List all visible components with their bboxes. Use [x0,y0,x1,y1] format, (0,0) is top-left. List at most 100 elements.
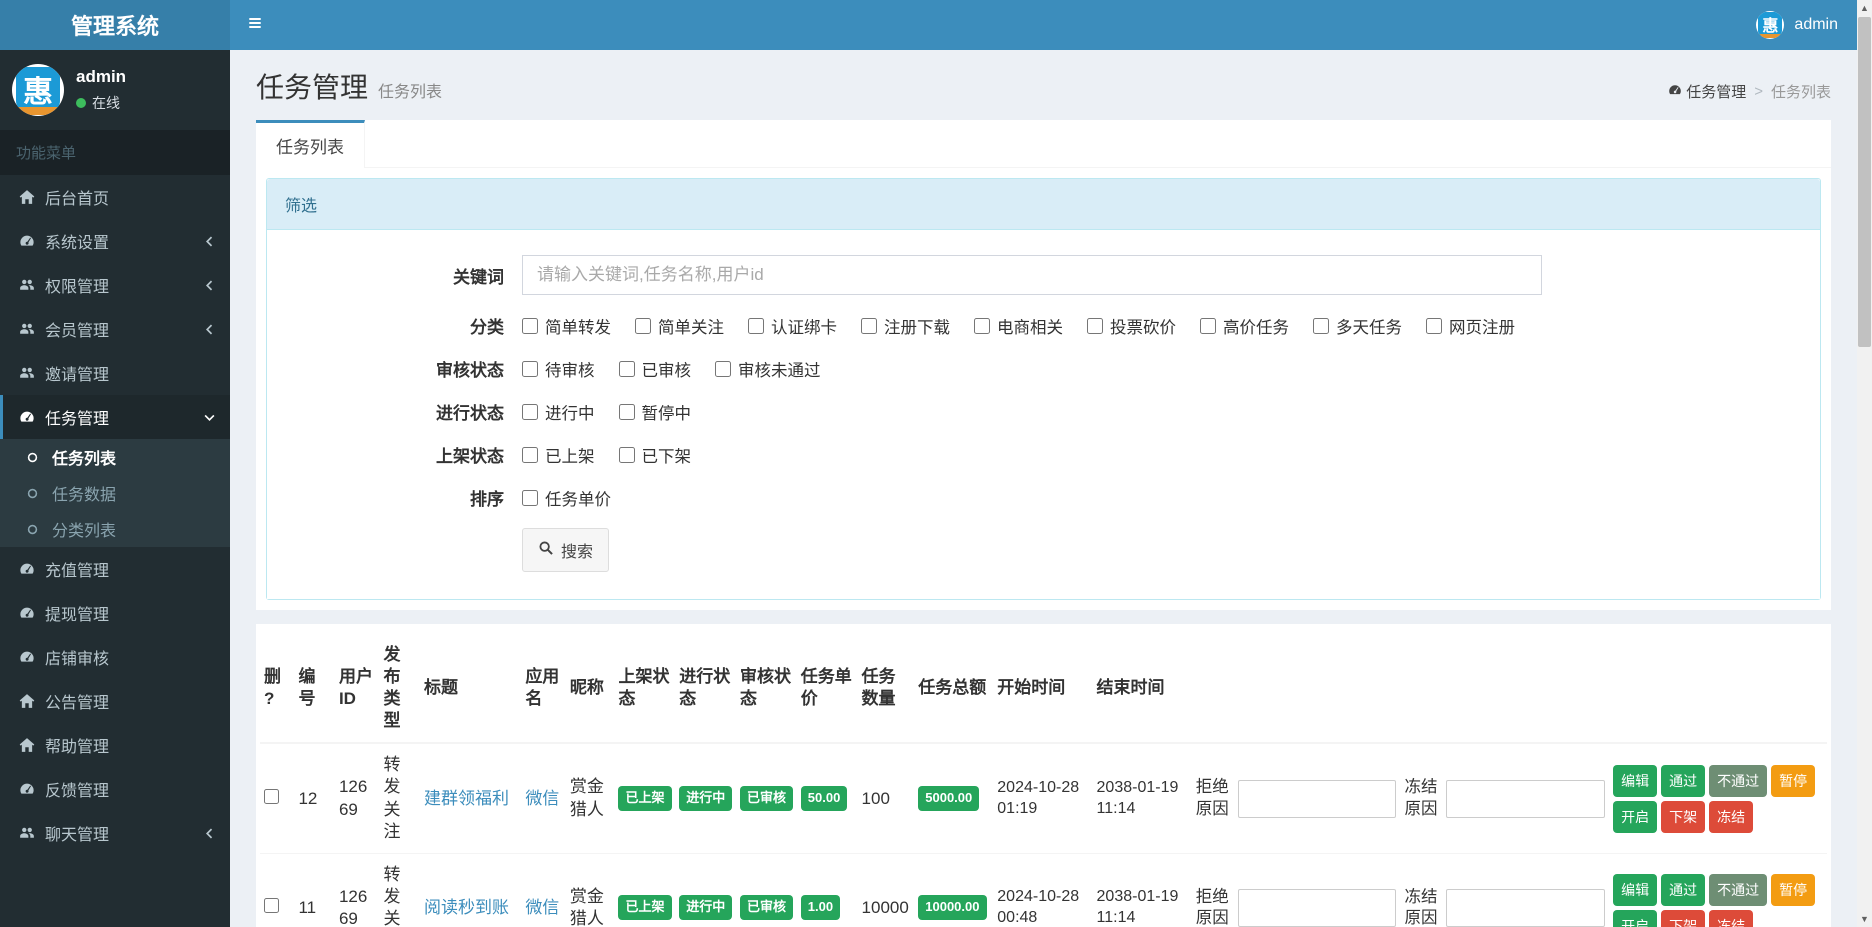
action-button-不通过[interactable]: 不通过 [1709,764,1768,797]
cell-shelf-status: 已上架 [614,743,675,853]
filter-option-投票砍价[interactable]: 投票砍价 [1087,314,1176,338]
sidebar-user-panel: 惠 admin 在线 [0,50,230,130]
action-button-通过[interactable]: 通过 [1661,764,1706,797]
checkbox-多天任务[interactable] [1313,317,1329,334]
filter-option-网页注册[interactable]: 网页注册 [1426,314,1515,338]
sidebar-item-提现管理[interactable]: 提现管理 [0,591,230,635]
row-checkbox[interactable] [264,788,279,804]
checkbox-简单转发[interactable] [522,317,538,334]
action-button-暂停[interactable]: 暂停 [1771,873,1816,906]
sidebar-item-店铺审核[interactable]: 店铺审核 [0,635,230,679]
filter-panel-header[interactable]: 筛选 [267,179,1820,230]
sidebar-item-系统设置[interactable]: 系统设置 [0,219,230,263]
checkbox-认证绑卡[interactable] [748,317,764,334]
action-button-不通过[interactable]: 不通过 [1709,873,1768,906]
filter-option-简单转发[interactable]: 简单转发 [522,314,611,338]
sidebar-item-权限管理[interactable]: 权限管理 [0,263,230,307]
submenu-任务管理: 任务列表 任务数据 分类列表 [0,439,230,547]
checkbox-待审核[interactable] [522,360,538,377]
action-button-开启[interactable]: 开启 [1613,909,1658,927]
checkbox-电商相关[interactable] [974,317,990,334]
breadcrumb-separator: > [1754,83,1763,100]
page-scrollbar[interactable]: ▲ ▼ [1857,0,1872,927]
filter-option-已下架[interactable]: 已下架 [618,443,691,467]
filter-option-高价任务[interactable]: 高价任务 [1200,314,1289,338]
sidebar-subitem-任务列表[interactable]: 任务列表 [0,439,230,475]
checkbox-投票砍价[interactable] [1087,317,1103,334]
app-name-link[interactable]: 微信 [525,898,559,917]
filter-option-暂停中[interactable]: 暂停中 [618,400,691,424]
sidebar-item-后台首页[interactable]: 后台首页 [0,175,230,219]
checkbox-已下架[interactable] [618,446,635,463]
action-button-开启[interactable]: 开启 [1613,800,1658,833]
sidebar-item-聊天管理[interactable]: 聊天管理 [0,811,230,855]
checkbox-暂停中[interactable] [618,403,635,420]
action-button-通过[interactable]: 通过 [1661,873,1706,906]
cell-title: 建群领福利 [420,743,521,853]
checkbox-label: 多天任务 [1336,318,1402,337]
brand-logo[interactable]: 管理系统 [0,0,230,50]
action-button-下架[interactable]: 下架 [1661,909,1706,927]
unit-price-badge: 1.00 [800,895,841,921]
app-name-link[interactable]: 微信 [525,789,559,808]
freeze-reason-input[interactable] [1446,888,1606,927]
checkbox-简单关注[interactable] [635,317,651,334]
search-button[interactable]: 搜索 [522,528,610,572]
filter-option-已审核[interactable]: 已审核 [618,357,691,381]
checkbox-已上架[interactable] [522,446,538,463]
filter-option-进行中[interactable]: 进行中 [522,400,595,424]
sidebar-item-帮助管理[interactable]: 帮助管理 [0,723,230,767]
breadcrumb-item[interactable]: 任务管理 [1668,81,1746,102]
task-title-link[interactable]: 建群领福利 [424,789,509,808]
filter-option-已上架[interactable]: 已上架 [522,443,595,467]
checkbox-注册下载[interactable] [861,317,877,334]
cell-nickname: 赏金猎人 [569,777,604,819]
filter-option-待审核[interactable]: 待审核 [522,357,595,381]
sidebar-item-邀请管理[interactable]: 邀请管理 [0,351,230,395]
checkbox-审核未通过[interactable] [715,360,731,377]
reject-reason-input[interactable] [1237,779,1397,818]
checkbox-网页注册[interactable] [1426,317,1442,334]
filter-option-注册下载[interactable]: 注册下载 [861,314,950,338]
column-header-进行状态: 进行状态 [675,634,737,745]
filter-option-审核未通过[interactable]: 审核未通过 [715,357,821,381]
action-button-暂停[interactable]: 暂停 [1771,764,1816,797]
filter-row-分类: 分类 简单转发 简单关注 认证绑卡 注册下载 电商相关 投票砍价 高价任务 多天任务 网页注册 [267,304,1820,347]
sidebar-item-反馈管理[interactable]: 反馈管理 [0,767,230,811]
freeze-reason-input[interactable] [1446,779,1606,818]
sidebar-item-任务管理[interactable]: 任务管理 [0,395,230,439]
reject-reason-input[interactable] [1237,888,1397,927]
filter-option-认证绑卡[interactable]: 认证绑卡 [748,314,837,338]
freeze-reason-field: 冻结原因 [1404,777,1606,820]
action-button-冻结[interactable]: 冻结 [1709,800,1754,833]
filter-option-简单关注[interactable]: 简单关注 [635,314,724,338]
tab-task-list[interactable]: 任务列表 [256,120,365,168]
sidebar-subitem-任务数据[interactable]: 任务数据 [0,475,230,511]
filter-option-电商相关[interactable]: 电商相关 [974,314,1063,338]
action-button-编辑[interactable]: 编辑 [1613,873,1658,906]
filter-option-多天任务[interactable]: 多天任务 [1313,314,1402,338]
navbar-user-menu[interactable]: 惠 admin [1748,0,1846,50]
sidebar-subitem-分类列表[interactable]: 分类列表 [0,511,230,547]
checkbox-进行中[interactable] [522,403,538,420]
row-checkbox[interactable] [264,897,279,913]
action-button-冻结[interactable]: 冻结 [1709,909,1754,927]
checkbox-任务单价[interactable] [522,489,538,506]
sidebar-toggle-button[interactable] [230,0,280,50]
scrollbar-thumb[interactable] [1858,17,1871,347]
checkbox-已审核[interactable] [618,360,635,377]
sidebar-item-公告管理[interactable]: 公告管理 [0,679,230,723]
task-title-link[interactable]: 阅读秒到账 [424,898,509,917]
sidebar-item-充值管理[interactable]: 充值管理 [0,547,230,591]
checkbox-label: 已上架 [545,447,595,466]
keyword-input[interactable] [522,255,1542,295]
action-button-下架[interactable]: 下架 [1661,800,1706,833]
filter-option-任务单价[interactable]: 任务单价 [522,486,611,510]
checkbox-高价任务[interactable] [1200,317,1216,334]
scrollbar-down-arrow-icon[interactable]: ▼ [1857,911,1872,927]
checkbox-label: 任务单价 [545,490,611,509]
checkbox-group: 待审核 已审核 审核未通过 [522,357,821,381]
action-button-编辑[interactable]: 编辑 [1613,764,1658,797]
scrollbar-up-arrow-icon[interactable]: ▲ [1857,0,1872,16]
sidebar-item-会员管理[interactable]: 会员管理 [0,307,230,351]
